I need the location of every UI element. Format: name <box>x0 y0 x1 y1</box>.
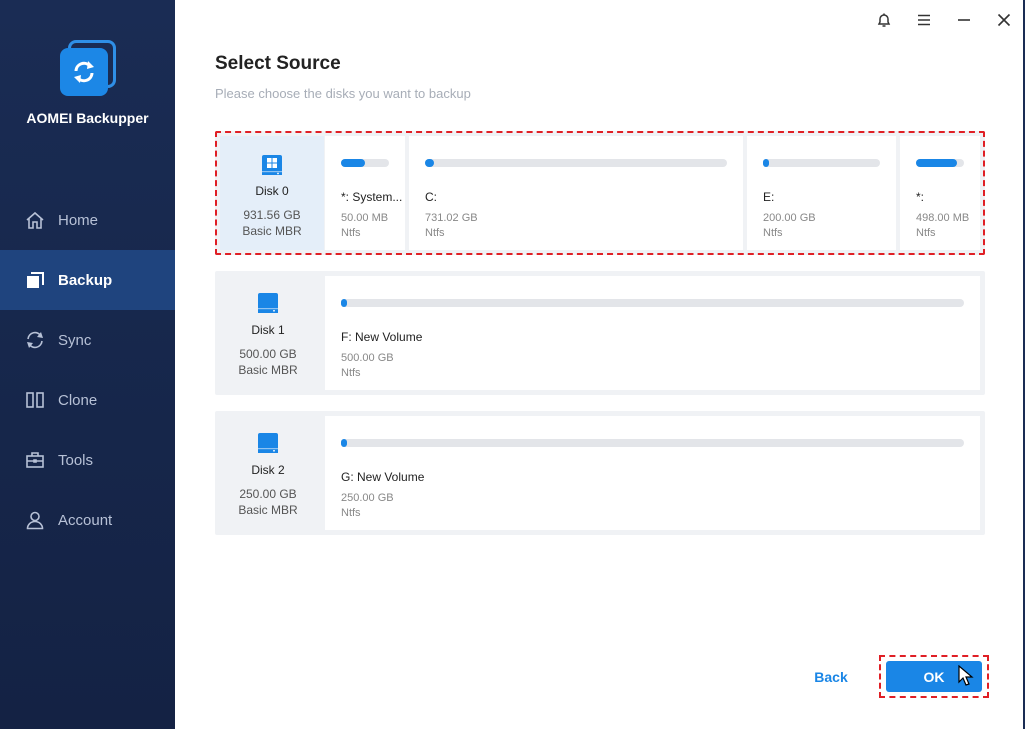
nav-item-clone[interactable]: Clone <box>0 370 175 430</box>
partition-c[interactable]: C: 731.02 GB Ntfs <box>409 136 743 250</box>
partition-size: 498.00 MB <box>916 212 970 224</box>
tools-icon <box>25 450 45 470</box>
partition-name: *: System... <box>341 190 403 204</box>
partition-size: 250.00 GB <box>341 492 394 504</box>
partition-name: G: New Volume <box>341 470 425 484</box>
back-button[interactable]: Back <box>810 669 852 687</box>
partition-name: *: <box>916 190 925 204</box>
sidebar: AOMEI Backupper Home Backup Sync Clone T… <box>0 0 175 729</box>
partition-recovery[interactable]: *: 498.00 MB Ntfs <box>900 136 980 250</box>
mouse-cursor-icon <box>958 664 974 692</box>
clone-icon <box>25 390 45 410</box>
partition-filesystem: Ntfs <box>916 227 936 239</box>
disk-header[interactable]: Disk 0 931.56 GB Basic MBR <box>220 136 324 250</box>
partition-g[interactable]: G: New Volume 250.00 GB Ntfs <box>325 416 980 530</box>
nav-label-backup: Backup <box>58 271 113 289</box>
nav-label-home: Home <box>58 211 99 229</box>
partition-filesystem: Ntfs <box>425 227 445 239</box>
disk-size: 500.00 GB <box>239 347 297 361</box>
close-icon[interactable] <box>994 10 1014 30</box>
disk-header[interactable]: Disk 1 500.00 GB Basic MBR <box>215 271 321 395</box>
home-icon <box>25 210 45 230</box>
disk-type: Basic MBR <box>242 224 302 238</box>
partition-usage-bar <box>425 159 727 167</box>
app-logo-icon <box>60 40 116 96</box>
disk-header[interactable]: Disk 2 250.00 GB Basic MBR <box>215 411 321 535</box>
disk-row-1[interactable]: Disk 1 500.00 GB Basic MBR F: New Volume… <box>215 271 985 395</box>
minimize-icon[interactable] <box>954 10 974 30</box>
partition-filesystem: Ntfs <box>341 227 361 239</box>
partition-name: F: New Volume <box>341 330 423 344</box>
partition-usage-bar <box>763 159 880 167</box>
partition-name: C: <box>425 190 437 204</box>
disk-name: Disk 0 <box>255 184 289 198</box>
menu-icon[interactable] <box>914 10 934 30</box>
partition-f[interactable]: F: New Volume 500.00 GB Ntfs <box>325 276 980 390</box>
partition-name: E: <box>763 190 775 204</box>
partition-size: 50.00 MB <box>341 212 389 224</box>
nav-item-account[interactable]: Account <box>0 490 175 550</box>
partition-usage-bar <box>341 439 964 447</box>
notification-bell-icon[interactable] <box>874 10 894 30</box>
page-title: Select Source <box>215 53 341 74</box>
partition-e[interactable]: E: 200.00 GB Ntfs <box>747 136 896 250</box>
nav-item-tools[interactable]: Tools <box>0 430 175 490</box>
disk-type: Basic MBR <box>238 503 298 517</box>
disk-name: Disk 1 <box>251 323 285 337</box>
nav-label-clone: Clone <box>58 391 98 409</box>
partition-usage-bar <box>916 159 964 167</box>
nav-label-account: Account <box>58 511 113 529</box>
partition-size: 500.00 GB <box>341 352 394 364</box>
partition-filesystem: Ntfs <box>341 367 361 379</box>
partition-size: 731.02 GB <box>425 212 478 224</box>
disk-row-2[interactable]: Disk 2 250.00 GB Basic MBR G: New Volume… <box>215 411 985 535</box>
disk-icon <box>254 289 282 317</box>
partition-filesystem: Ntfs <box>763 227 783 239</box>
nav-label-sync: Sync <box>58 331 92 349</box>
partition-usage-bar <box>341 159 389 167</box>
disk-size: 931.56 GB <box>243 208 301 222</box>
app-name: AOMEI Backupper <box>26 110 149 126</box>
partition-filesystem: Ntfs <box>341 507 361 519</box>
partition-system[interactable]: *: System... 50.00 MB Ntfs <box>325 136 405 250</box>
nav-menu: Home Backup Sync Clone Tools Account <box>0 190 175 550</box>
nav-item-home[interactable]: Home <box>0 190 175 250</box>
page-subtitle: Please choose the disks you want to back… <box>215 86 471 101</box>
disk-name: Disk 2 <box>251 463 285 477</box>
partition-usage-bar <box>341 299 964 307</box>
disk-size: 250.00 GB <box>239 487 297 501</box>
account-icon <box>25 510 45 530</box>
disk-icon <box>254 429 282 457</box>
nav-item-sync[interactable]: Sync <box>0 310 175 370</box>
nav-label-tools: Tools <box>58 451 94 469</box>
sync-icon <box>25 330 45 350</box>
nav-item-backup[interactable]: Backup <box>0 250 175 310</box>
disk-type: Basic MBR <box>238 363 298 377</box>
windows-disk-icon <box>258 151 286 179</box>
disk-row-0[interactable]: Disk 0 931.56 GB Basic MBR *: System... … <box>215 131 985 255</box>
backup-icon <box>25 270 45 290</box>
partition-size: 200.00 GB <box>763 212 816 224</box>
